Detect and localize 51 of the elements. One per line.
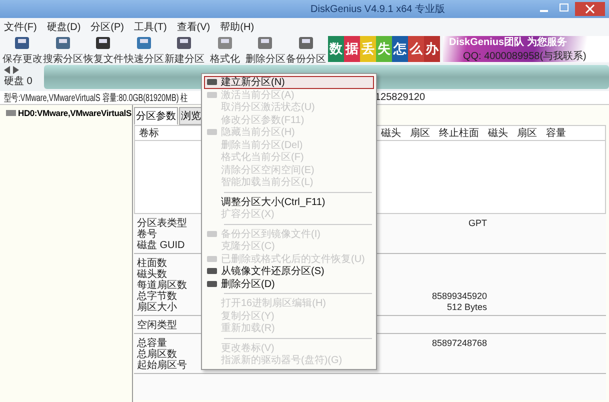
detail-label: 总字节数 [136, 290, 178, 302]
detail-label: 起始扇区号 [136, 358, 188, 372]
column-header: 卷标 [139, 126, 159, 140]
detail-value: GPT [467, 218, 487, 228]
tab[interactable]: 分区参数 [134, 107, 178, 125]
banner-contact: QQ: 4000089958(与我联系) [463, 50, 586, 63]
menu-item[interactable]: 硬盘(D) [46, 20, 81, 34]
detail-label: 磁头数 [136, 267, 168, 280]
menu-item[interactable]: 删除分区(D) [204, 278, 374, 290]
column-header: 终止柱面 [439, 126, 479, 140]
menu-item[interactable]: 分区(P) [90, 20, 124, 34]
menu-item[interactable]: 工具(T) [134, 20, 167, 34]
menu-item[interactable]: 建立新分区(N) [204, 76, 374, 88]
tree-item[interactable]: HD0:VMware,VMwareVirtualS [4, 108, 134, 118]
column-header: 磁头 [381, 126, 401, 140]
right-arrow-icon[interactable] [13, 66, 19, 74]
detail-label: 总容量 [136, 336, 168, 348]
banner-tile: 失 [376, 36, 392, 62]
window-title: DiskGenius V4.9.1 x64 专业版 [310, 2, 445, 16]
disk-info: 125829120 [375, 92, 426, 103]
menu-item[interactable]: 从镜像文件还原分区(S) [204, 265, 374, 278]
column-header: 扇区 [410, 126, 430, 140]
banner-tile: 据 [344, 36, 360, 62]
detail-label: 柱面数 [136, 256, 168, 268]
detail-label: 总扇区数 [136, 348, 178, 360]
disk-label: 硬盘 0 [4, 75, 34, 88]
column-header: 容量 [546, 126, 566, 140]
banner-tile: 丢 [360, 36, 376, 62]
column-header: 磁头 [488, 126, 508, 140]
banner-tile: 怎 [392, 36, 408, 62]
detail-label: 磁盘 GUID [136, 238, 186, 252]
detail-label: 分区表类型 [136, 216, 188, 228]
banner-tile: 办 [424, 36, 440, 62]
detail-label: 卷号 [136, 227, 157, 240]
close-icon[interactable] [575, 2, 605, 16]
banner-tile: 么 [408, 36, 424, 62]
detail-value: 85897248768 [430, 338, 487, 348]
menu-item[interactable]: 帮助(H) [220, 20, 254, 34]
disk-info: 型号:VMware,VMwareVirtualS 容量:80.0GB(81920MB) 柱 [4, 92, 188, 104]
menu-item[interactable]: 查看(V) [176, 20, 210, 34]
column-header: 扇区 [517, 126, 537, 140]
detail-label: 扇区大小 [136, 300, 178, 314]
left-arrow-icon[interactable] [4, 66, 10, 74]
detail-value: 512 Bytes [446, 302, 487, 312]
detail-label: 空闲类型 [136, 318, 178, 332]
tab[interactable]: 浏览 [179, 107, 203, 125]
banner-tile: 数 [328, 36, 344, 62]
detail-value: 85899345920 [430, 290, 487, 300]
menu-item[interactable]: 调整分区大小(Ctrl_F11) [204, 196, 374, 208]
menu-item[interactable]: 文件(F) [4, 20, 37, 34]
detail-label: 每道扇区数 [136, 278, 188, 290]
